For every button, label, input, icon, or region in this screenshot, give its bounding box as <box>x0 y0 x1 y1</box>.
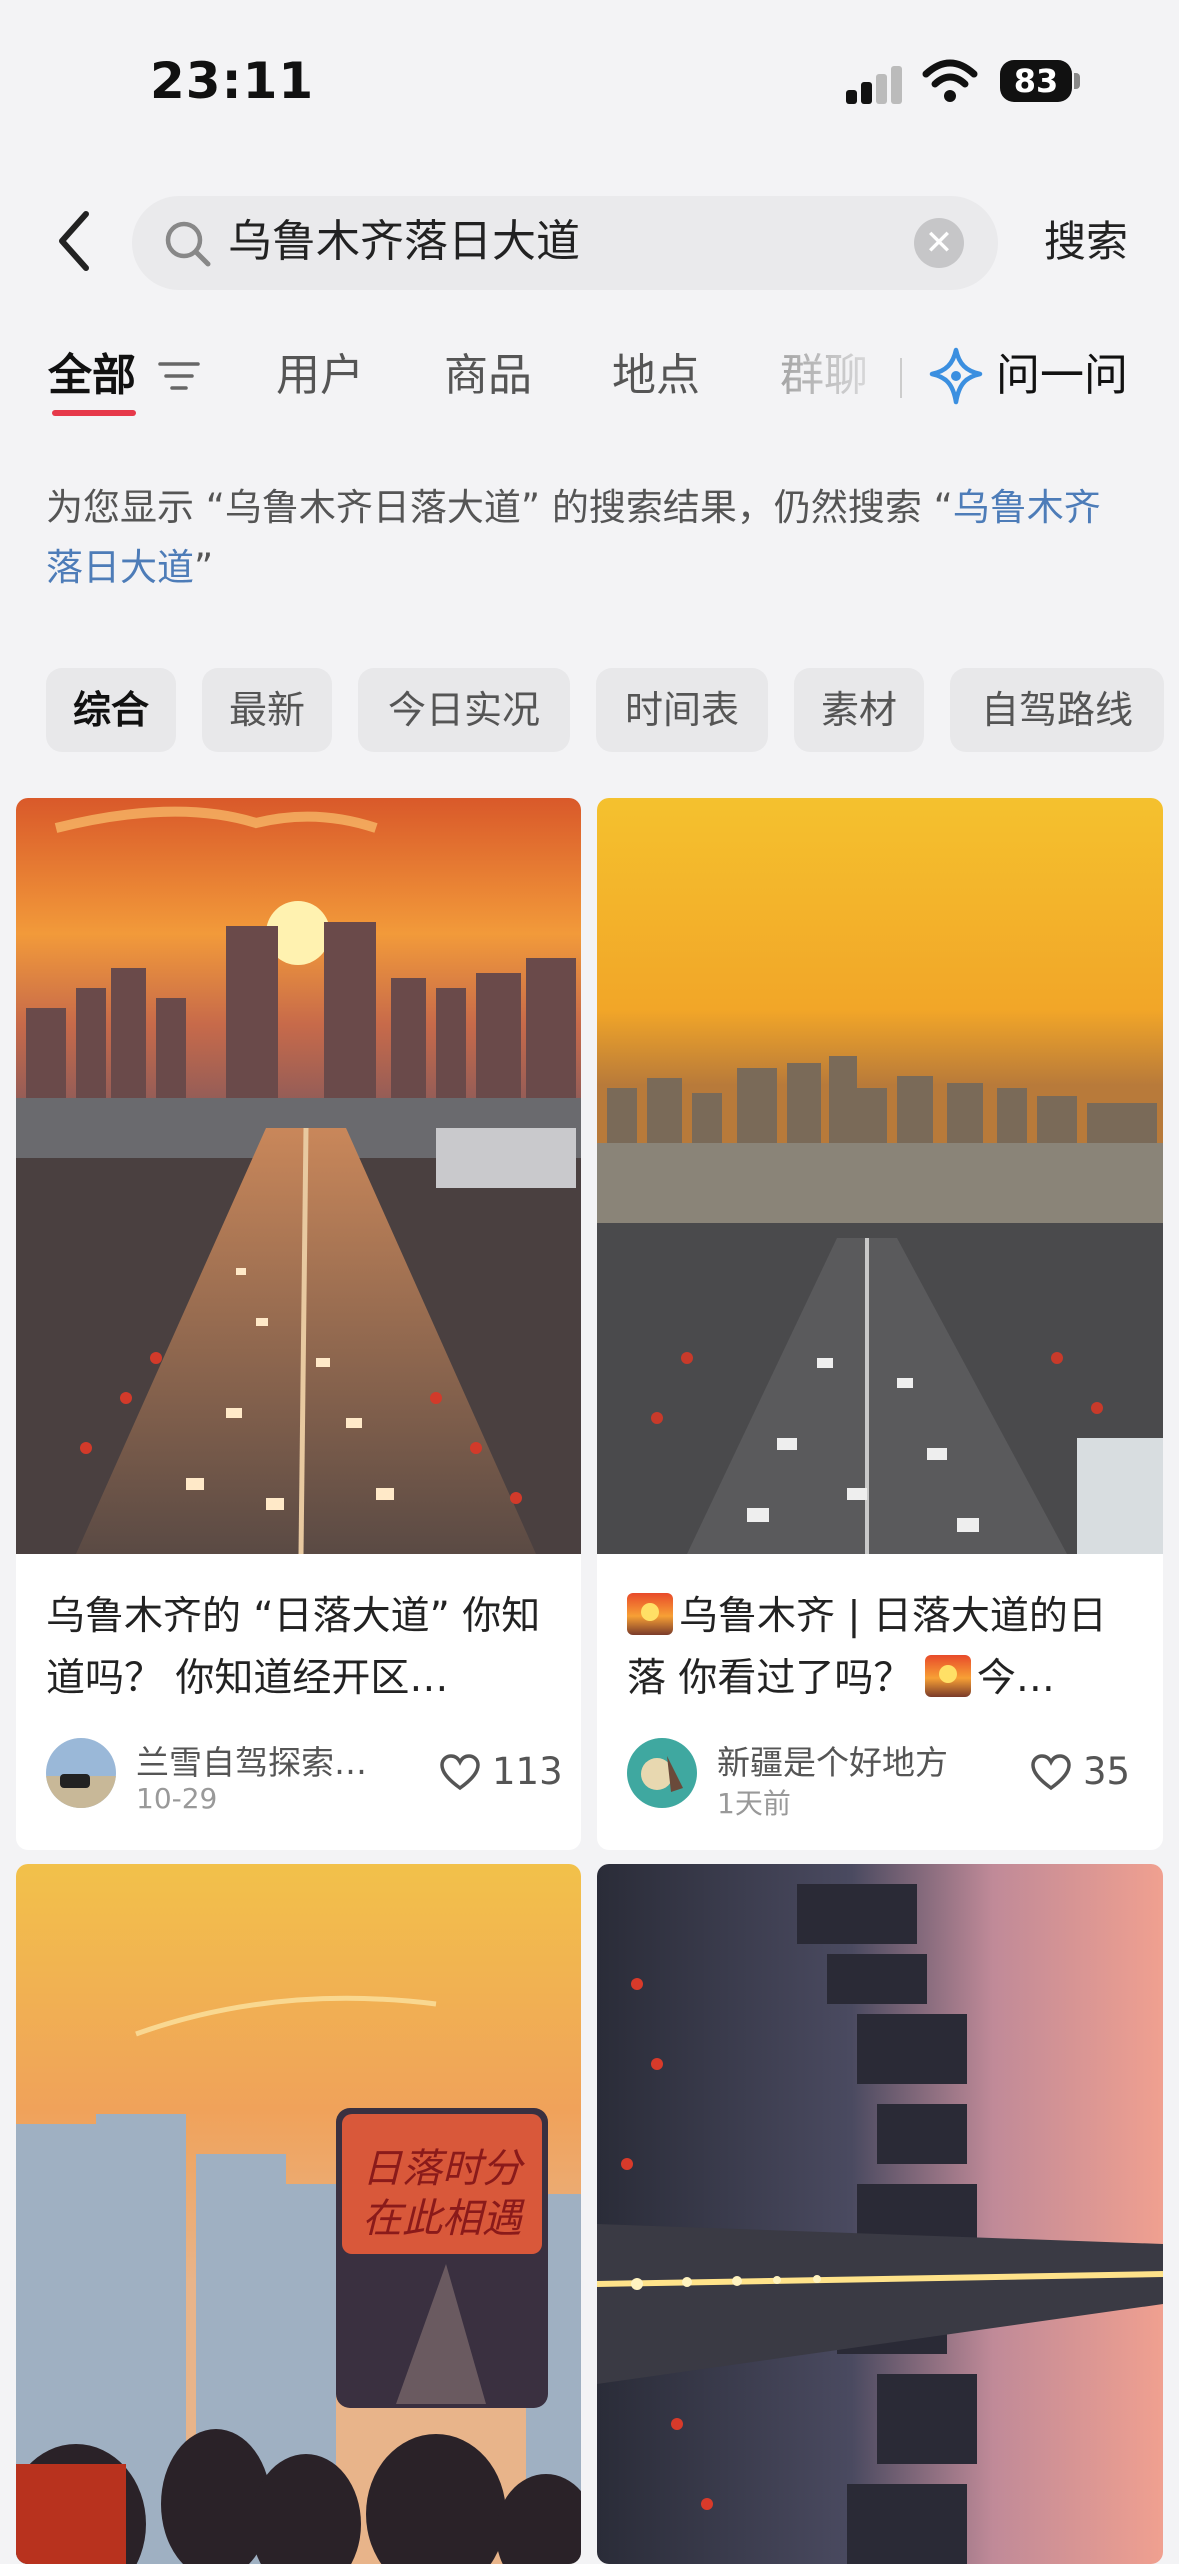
author-name[interactable]: 新疆是个好地方 <box>717 1736 948 1784</box>
filter-icon[interactable] <box>158 358 200 394</box>
overlay-text-line2: 在此相遇 <box>362 2196 525 2242</box>
tab-products[interactable]: 商品 <box>444 346 532 406</box>
cellular-signal-icon <box>846 64 904 104</box>
ask-button-label[interactable]: 问一问 <box>996 346 1128 406</box>
chip-materials[interactable]: 素材 <box>794 668 924 752</box>
like-count: 35 <box>1083 1750 1131 1793</box>
note-card[interactable]: 乌鲁木齐 | 日落大道的日落 你看过了吗？ 今… 新疆是个好地方 1天前 35 <box>597 798 1163 1850</box>
note-cover-image <box>16 798 581 1554</box>
tab-divider <box>900 358 902 398</box>
chip-driving-route[interactable]: 自驾路线 <box>950 668 1164 752</box>
search-button[interactable]: 搜索 <box>1044 214 1128 270</box>
author-avatar[interactable] <box>46 1738 116 1808</box>
chip-latest[interactable]: 最新 <box>202 668 332 752</box>
battery-tip <box>1074 73 1080 89</box>
notice-suffix: ” <box>194 546 214 589</box>
back-chevron-icon[interactable] <box>50 206 100 276</box>
tab-places[interactable]: 地点 <box>612 346 700 406</box>
note-card[interactable]: 日落时分 在此相遇 <box>16 1864 581 2564</box>
battery-indicator: 83 <box>1000 60 1072 102</box>
chip-today-live[interactable]: 今日实况 <box>358 668 570 752</box>
sunset-emoji-icon <box>627 1593 673 1635</box>
tab-users[interactable]: 用户 <box>276 346 364 406</box>
author-name[interactable]: 兰雪自驾探索… <box>136 1736 367 1784</box>
overlay-text-line1: 日落时分 <box>362 2146 525 2192</box>
clear-search-button[interactable]: ✕ <box>914 218 964 268</box>
chip-overall[interactable]: 综合 <box>46 668 176 752</box>
note-title-part2: 今… <box>976 1656 1055 1701</box>
note-cover-image: 日落时分 在此相遇 <box>16 1864 581 2564</box>
active-tab-indicator <box>52 410 136 416</box>
note-card[interactable]: 乌鲁木齐的 “日落大道” 你知道吗？ 你知道经开区… 兰雪自驾探索… 10-29… <box>16 798 581 1850</box>
search-icon <box>165 221 211 267</box>
notice-text: 为您显示 “乌鲁木齐日落大道” 的搜索结果，仍然搜索 “ <box>46 486 953 529</box>
search-correction-notice: 为您显示 “乌鲁木齐日落大道” 的搜索结果，仍然搜索 “乌鲁木齐落日大道” <box>46 478 1136 598</box>
wifi-icon <box>922 59 978 102</box>
note-cover-image <box>597 1864 1163 2564</box>
ai-sparkle-icon[interactable] <box>928 346 984 406</box>
like-count: 113 <box>492 1750 563 1793</box>
status-time: 23:11 <box>150 52 315 110</box>
like-heart-icon[interactable] <box>1031 1754 1071 1792</box>
tabs-fade-overlay <box>760 340 900 410</box>
post-date: 1天前 <box>717 1787 791 1820</box>
note-title: 乌鲁木齐的 “日落大道” 你知道吗？ 你知道经开区… <box>46 1594 541 1701</box>
post-date: 10-29 <box>136 1782 218 1815</box>
chip-schedule[interactable]: 时间表 <box>596 668 768 752</box>
note-cover-image <box>597 798 1163 1554</box>
note-card[interactable] <box>597 1864 1163 2564</box>
search-query[interactable]: 乌鲁木齐落日大道 <box>228 214 580 270</box>
author-avatar[interactable] <box>627 1738 697 1808</box>
like-heart-icon[interactable] <box>440 1754 480 1792</box>
tab-all[interactable]: 全部 <box>48 346 136 406</box>
note-title: 乌鲁木齐 | 日落大道的日落 你看过了吗？ 今… <box>627 1586 1137 1710</box>
sunset-emoji-icon <box>924 1655 971 1697</box>
